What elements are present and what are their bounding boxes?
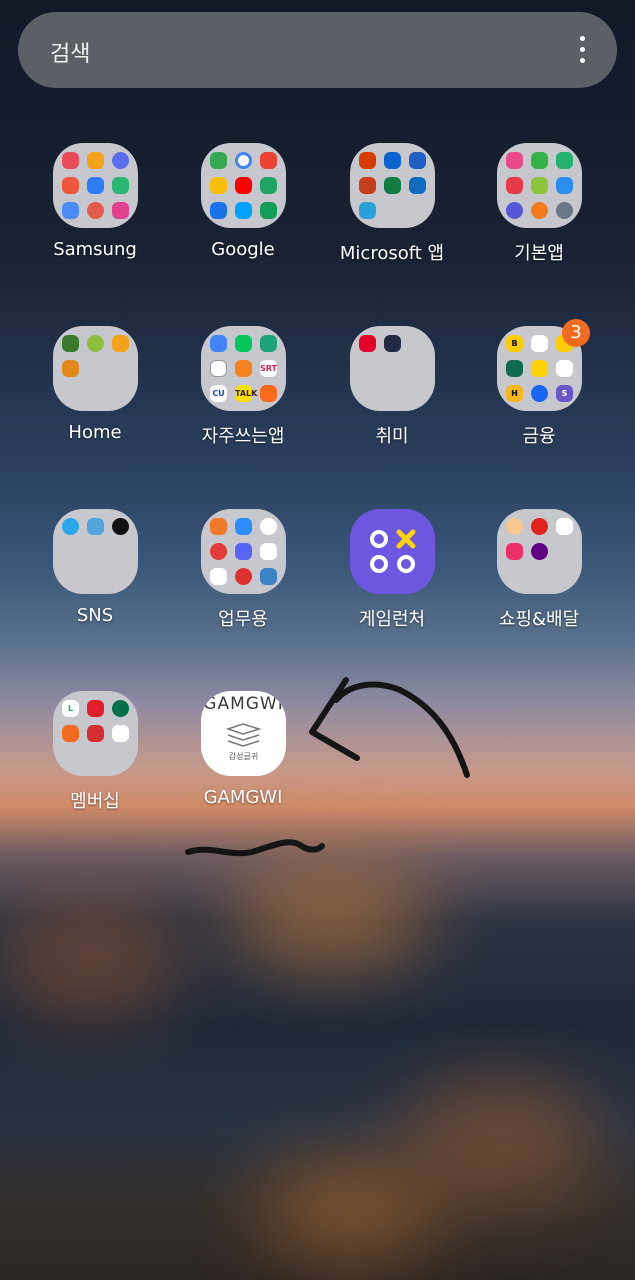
drawn-tilde-underline <box>185 839 325 857</box>
hand-drawn-annotation <box>185 677 470 857</box>
drawn-arrow-curve <box>333 681 470 778</box>
wallpaper-glow <box>0 900 180 1020</box>
wallpaper-glow <box>400 1080 600 1200</box>
wallpaper-glow <box>260 1160 440 1260</box>
